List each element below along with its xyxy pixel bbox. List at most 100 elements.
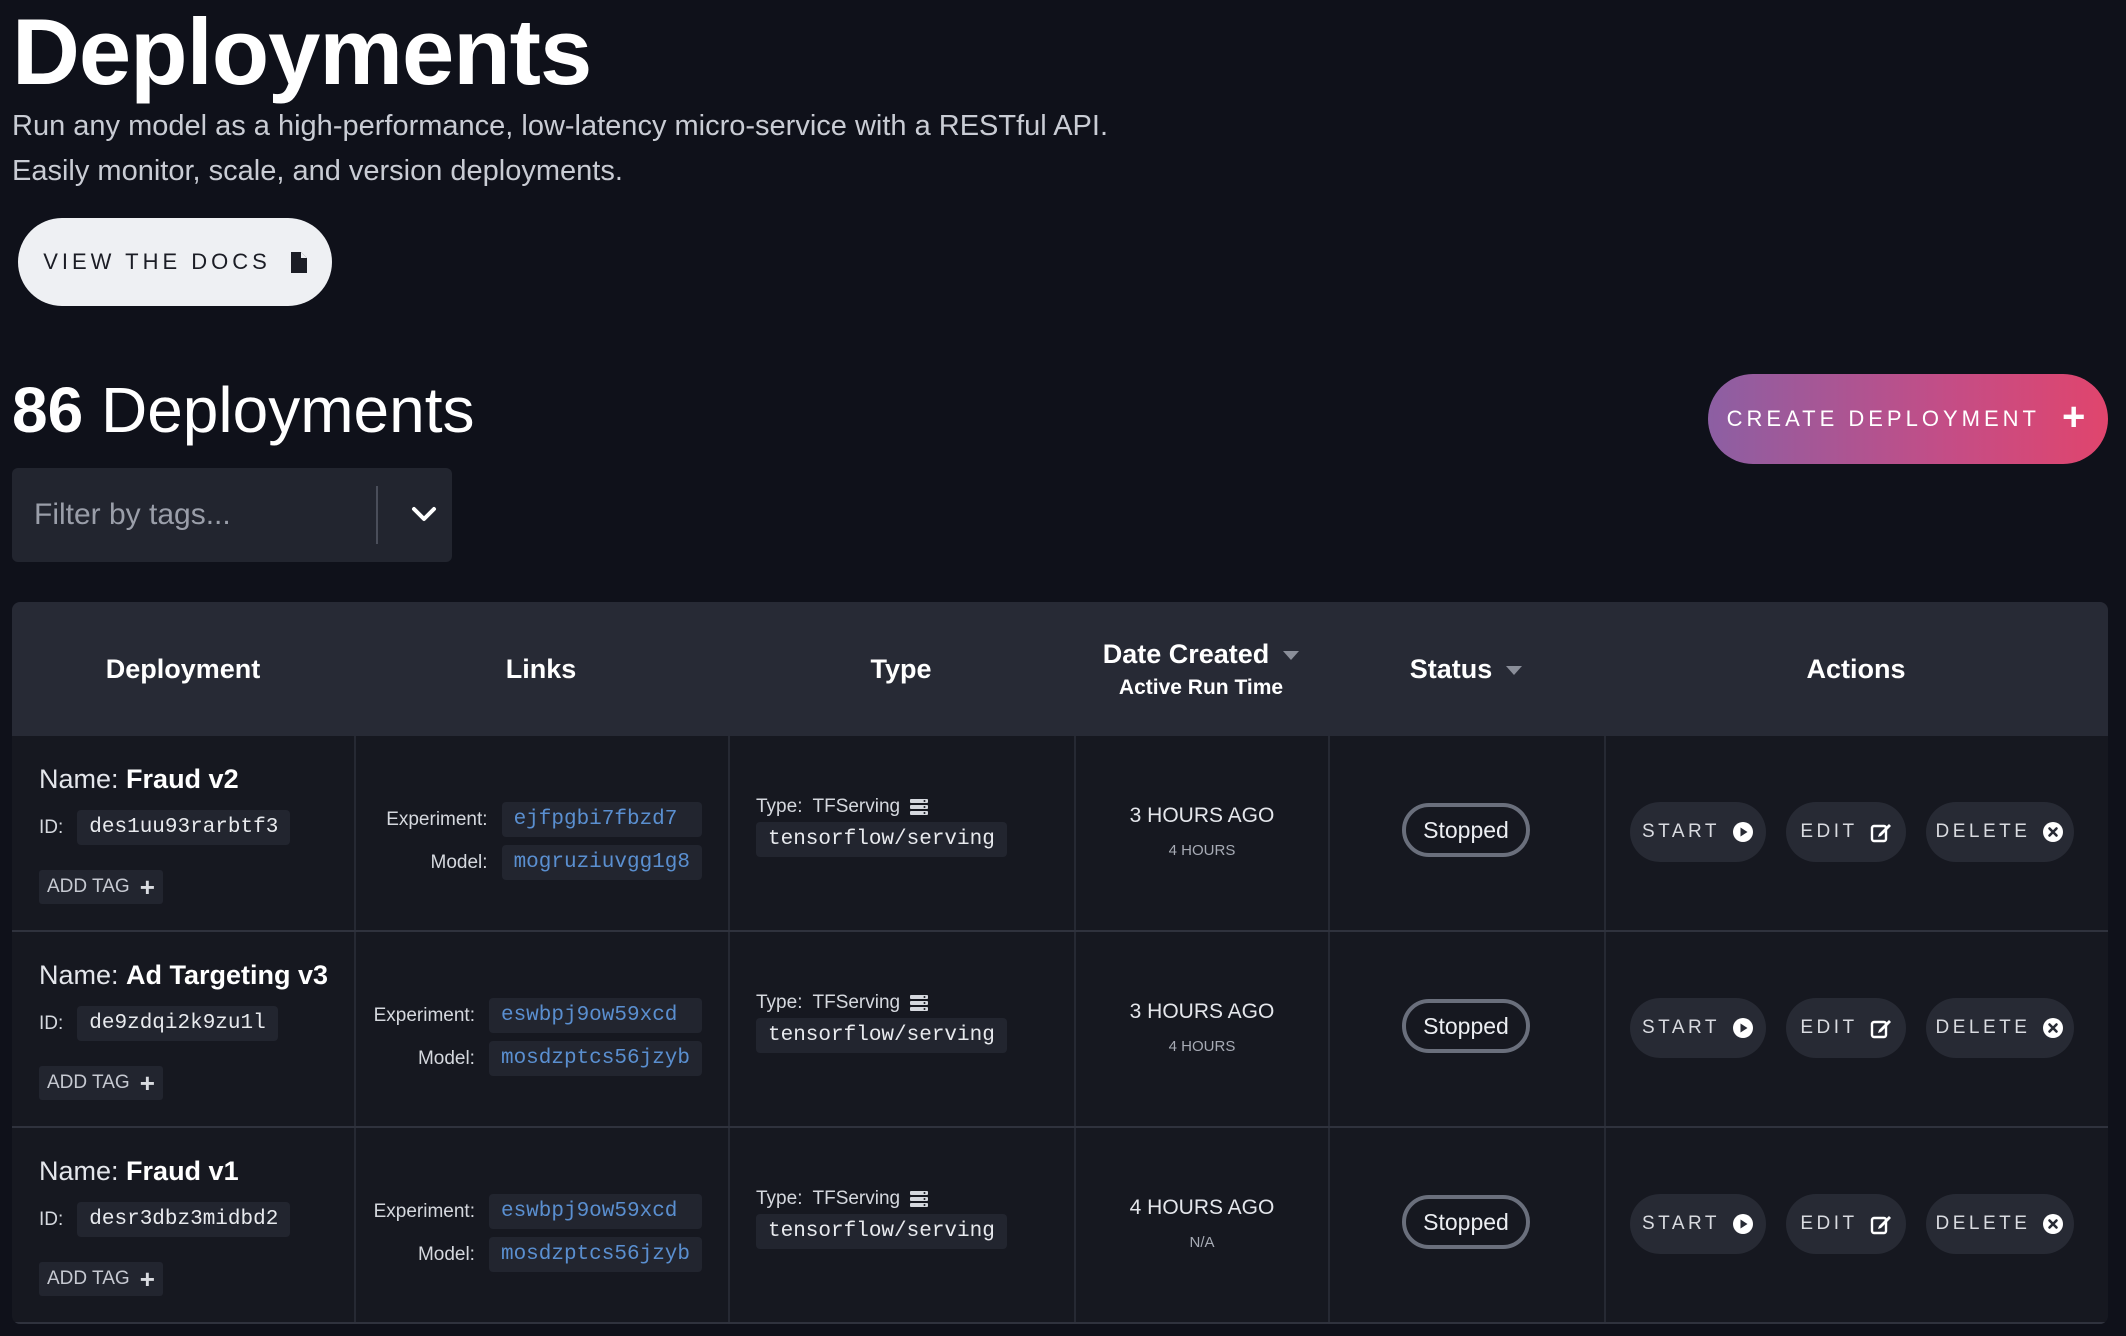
- model-label: Model:: [417, 1047, 475, 1069]
- container-image-value: tensorflow/serving: [756, 822, 1007, 857]
- add-tag-label: ADD TAG: [47, 1072, 130, 1093]
- container-image-value: tensorflow/serving: [756, 1214, 1007, 1249]
- table-row: Name: Fraud v2 ID: des1uu93rarbtf3 ADD T…: [12, 736, 2108, 932]
- column-header-actions: Actions: [1604, 602, 2108, 736]
- description-line-1: Run any model as a high-performance, low…: [12, 110, 1108, 142]
- row-actions: START EDIT DELETE: [1630, 998, 2074, 1058]
- table-row: Name: Fraud v1 ID: desr3dbz3midbd2 ADD T…: [12, 1128, 2108, 1324]
- row-actions: START EDIT DELETE: [1630, 1194, 2074, 1254]
- column-header-status-label: Status: [1410, 654, 1523, 685]
- deployment-id: de9zdqi2k9zu1l: [77, 1006, 278, 1041]
- create-deployment-button[interactable]: CREATE DEPLOYMENT +: [1708, 374, 2108, 464]
- links-cell: Experiment: ejfpgbi7fbzd7 Model: mogruzi…: [354, 736, 728, 930]
- column-header-links-label: Links: [505, 653, 577, 684]
- type-value: TFServing: [812, 796, 901, 817]
- tag-filter-separator: [376, 486, 378, 544]
- experiment-link[interactable]: ejfpgbi7fbzd7: [501, 802, 702, 837]
- file-icon: [290, 251, 307, 273]
- name-label: Name:: [39, 960, 119, 990]
- name-label: Name:: [39, 1156, 119, 1186]
- model-link[interactable]: mosdzptcs56jzyb: [488, 1041, 702, 1076]
- deployment-name-line: Name: Ad Targeting v3: [39, 960, 328, 991]
- type-cell: Type: TFServing tensorflow/serving: [728, 932, 1074, 1126]
- add-tag-button[interactable]: ADD TAG +: [39, 1066, 163, 1100]
- date-created: 3 HOURS AGO: [1129, 1000, 1275, 1023]
- deployment-cell: Name: Fraud v1 ID: desr3dbz3midbd2 ADD T…: [12, 1128, 354, 1322]
- column-header-status[interactable]: Status: [1328, 602, 1604, 736]
- edit-icon: [1870, 1213, 1892, 1235]
- deployments-count-title: 86 Deployments: [12, 370, 474, 450]
- deployment-id: desr3dbz3midbd2: [77, 1202, 291, 1237]
- edit-icon: [1870, 821, 1892, 843]
- type-value: TFServing: [812, 1188, 901, 1209]
- add-tag-label: ADD TAG: [47, 1268, 130, 1289]
- deployment-id-line: ID: des1uu93rarbtf3: [39, 810, 291, 845]
- table-row: Name: Ad Targeting v3 ID: de9zdqi2k9zu1l…: [12, 932, 2108, 1128]
- experiment-label: Experiment:: [373, 1004, 475, 1026]
- date-cell: 3 HOURS AGO 4 HOURS: [1074, 932, 1328, 1126]
- play-circle-icon: [1732, 1213, 1754, 1235]
- status-cell: Stopped: [1328, 932, 1604, 1126]
- deployment-name-line: Name: Fraud v1: [39, 1156, 239, 1187]
- deployment-cell: Name: Ad Targeting v3 ID: de9zdqi2k9zu1l…: [12, 932, 354, 1126]
- name-label: Name:: [39, 764, 119, 794]
- edit-button[interactable]: EDIT: [1786, 802, 1906, 862]
- model-link[interactable]: mogruziuvgg1g8: [501, 845, 702, 880]
- delete-label: DELETE: [1935, 1017, 2031, 1038]
- delete-button[interactable]: DELETE: [1926, 802, 2074, 862]
- edit-label: EDIT: [1800, 1213, 1858, 1234]
- links-grid: Experiment: ejfpgbi7fbzd7 Model: mogruzi…: [386, 802, 702, 880]
- table-body: Name: Fraud v2 ID: des1uu93rarbtf3 ADD T…: [12, 736, 2108, 1324]
- server-icon: [910, 799, 929, 815]
- add-tag-button[interactable]: ADD TAG +: [39, 870, 163, 904]
- id-label: ID:: [39, 816, 64, 838]
- date-cell: 3 HOURS AGO 4 HOURS: [1074, 736, 1328, 930]
- description-line-2: Easily monitor, scale, and version deplo…: [12, 155, 623, 187]
- delete-button[interactable]: DELETE: [1926, 998, 2074, 1058]
- type-value: TFServing: [812, 992, 901, 1013]
- date-created: 3 HOURS AGO: [1129, 804, 1275, 827]
- edit-icon: [1870, 1017, 1892, 1039]
- status-cell: Stopped: [1328, 736, 1604, 930]
- edit-button[interactable]: EDIT: [1786, 998, 1906, 1058]
- column-header-deployment-label: Deployment: [105, 653, 261, 684]
- tag-filter-select[interactable]: Filter by tags...: [12, 468, 452, 562]
- view-docs-button[interactable]: VIEW THE DOCS: [18, 218, 332, 306]
- experiment-link[interactable]: eswbpj9ow59xcd: [488, 1194, 702, 1229]
- deployment-cell: Name: Fraud v2 ID: des1uu93rarbtf3 ADD T…: [12, 736, 354, 930]
- status-cell: Stopped: [1328, 1128, 1604, 1322]
- create-deployment-label: CREATE DEPLOYMENT: [1726, 406, 2040, 431]
- start-button[interactable]: START: [1630, 802, 1766, 862]
- plus-icon: +: [139, 1068, 155, 1098]
- column-header-type: Type: [728, 602, 1074, 736]
- caret-down-icon[interactable]: [1506, 665, 1523, 675]
- experiment-label: Experiment:: [386, 808, 488, 830]
- links-cell: Experiment: eswbpj9ow59xcd Model: mosdzp…: [354, 932, 728, 1126]
- date-cell: 4 HOURS AGO N/A: [1074, 1128, 1328, 1322]
- model-label: Model:: [430, 851, 488, 873]
- edit-button[interactable]: EDIT: [1786, 1194, 1906, 1254]
- deployment-name: Fraud v2: [126, 764, 239, 794]
- type-cell: Type: TFServing tensorflow/serving: [728, 1128, 1074, 1322]
- column-header-links: Links: [354, 602, 728, 736]
- column-header-type-label: Type: [870, 653, 932, 684]
- delete-button[interactable]: DELETE: [1926, 1194, 2074, 1254]
- status-badge: Stopped: [1402, 803, 1530, 857]
- model-label: Model:: [417, 1243, 475, 1265]
- add-tag-button[interactable]: ADD TAG +: [39, 1262, 163, 1296]
- start-button[interactable]: START: [1630, 998, 1766, 1058]
- date-created: 4 HOURS AGO: [1129, 1196, 1275, 1219]
- experiment-link[interactable]: eswbpj9ow59xcd: [488, 998, 702, 1033]
- close-circle-icon: [2042, 1017, 2064, 1039]
- status-badge: Stopped: [1402, 1195, 1530, 1249]
- start-button[interactable]: START: [1630, 1194, 1766, 1254]
- deployments-page: Deployments Run any model as a high-perf…: [0, 0, 2126, 1336]
- type-label: Type:: [756, 992, 803, 1013]
- chevron-down-icon[interactable]: [410, 503, 438, 527]
- deployment-id-line: ID: desr3dbz3midbd2: [39, 1202, 291, 1237]
- deployments-table: Deployment Links Type Date Created Activ…: [12, 602, 2108, 1324]
- edit-label: EDIT: [1800, 821, 1858, 842]
- column-header-date-created[interactable]: Date Created Active Run Time: [1074, 602, 1328, 736]
- model-link[interactable]: mosdzptcs56jzyb: [488, 1237, 702, 1272]
- caret-down-icon[interactable]: [1283, 650, 1300, 660]
